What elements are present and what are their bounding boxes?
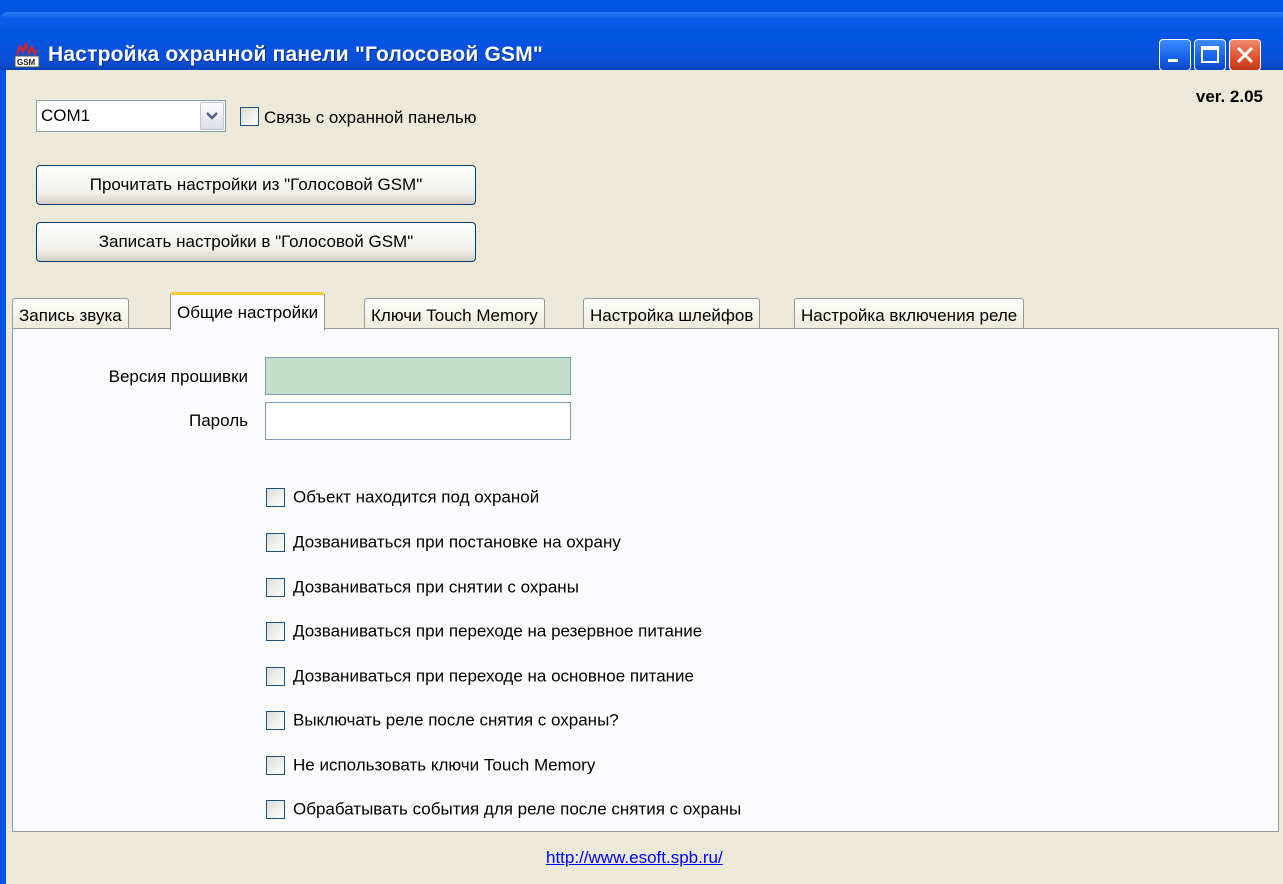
tab-loop-settings[interactable]: Настройка шлейфов: [583, 298, 761, 330]
password-label: Пароль: [189, 411, 248, 430]
option-call-on-backup-power[interactable]: Дозваниваться при переходе на резервное …: [266, 621, 702, 645]
option-label: Дозваниваться при переходе на резервное …: [293, 621, 703, 641]
chevron-down-icon: [206, 112, 218, 120]
option-label: Не использовать ключи Touch Memory: [293, 755, 596, 775]
option-call-on-disarm[interactable]: Дозваниваться при снятии с охраны: [266, 577, 579, 601]
com-port-select[interactable]: COM1: [36, 100, 226, 132]
checkbox[interactable]: [266, 756, 285, 776]
gsm-icon: GSM: [14, 42, 40, 68]
connection-checkbox[interactable]: [240, 107, 259, 126]
minimize-button[interactable]: [1159, 39, 1191, 71]
checkbox[interactable]: [266, 578, 285, 598]
maximize-button[interactable]: [1194, 39, 1226, 71]
option-relay-events-after-disarm[interactable]: Обрабатывать события для реле после снят…: [266, 799, 741, 823]
website-link[interactable]: http://www.esoft.spb.ru/: [546, 848, 723, 868]
checkbox[interactable]: [266, 667, 285, 687]
com-port-value: COM1: [41, 106, 91, 125]
maximize-icon: [1201, 46, 1219, 63]
firmware-version-field: [265, 357, 571, 395]
checkbox[interactable]: [266, 533, 285, 553]
option-label: Дозваниваться при переходе на основное п…: [293, 666, 695, 686]
client-area: ver. 2.05 COM1 Связь с охранной панелью …: [6, 70, 1283, 884]
option-no-touch-memory[interactable]: Не использовать ключи Touch Memory: [266, 755, 595, 779]
general-settings-panel: Версия прошивки Пароль Объект находится …: [12, 328, 1279, 832]
option-label: Обрабатывать события для реле после снят…: [293, 799, 742, 819]
password-input[interactable]: [265, 402, 571, 440]
checkbox[interactable]: [266, 800, 285, 820]
close-icon: [1236, 46, 1254, 64]
title-bar[interactable]: GSM Настройка охранной панели "Голосовой…: [0, 12, 1283, 71]
tab-touch-memory-keys[interactable]: Ключи Touch Memory: [364, 298, 545, 330]
close-button[interactable]: [1229, 39, 1261, 71]
option-call-on-main-power[interactable]: Дозваниваться при переходе на основное п…: [266, 666, 694, 690]
option-label: Дозваниваться при снятии с охраны: [293, 577, 579, 597]
svg-text:GSM: GSM: [17, 58, 36, 67]
window-title: Настройка охранной панели "Голосовой GSM…: [48, 43, 544, 66]
connection-checkbox-label: Связь с охранной панелью: [264, 108, 477, 127]
write-settings-button[interactable]: Записать настройки в "Голосовой GSM": [36, 222, 476, 262]
option-object-armed[interactable]: Объект находится под охраной: [266, 487, 539, 511]
version-label: ver. 2.05: [1195, 87, 1263, 106]
tab-general-settings[interactable]: Общие настройки: [170, 292, 326, 330]
firmware-version-label: Версия прошивки: [108, 367, 248, 386]
option-label: Объект находится под охраной: [293, 487, 540, 507]
option-relay-off-after-disarm[interactable]: Выключать реле после снятия с охраны?: [266, 710, 619, 734]
checkbox[interactable]: [266, 711, 285, 731]
option-label: Дозваниваться при постановке на охрану: [293, 532, 621, 552]
tab-relay-settings[interactable]: Настройка включения реле: [794, 298, 1025, 330]
tab-sound-recording[interactable]: Запись звука: [12, 298, 129, 330]
tab-strip: Запись звука Общие настройки Ключи Touch…: [12, 292, 1112, 330]
combo-dropdown-button[interactable]: [200, 102, 224, 130]
checkbox[interactable]: [266, 622, 285, 642]
app-window: GSM Настройка охранной панели "Голосовой…: [0, 0, 1283, 884]
option-call-on-arm[interactable]: Дозваниваться при постановке на охрану: [266, 532, 621, 556]
option-label: Выключать реле после снятия с охраны?: [293, 710, 619, 730]
checkbox[interactable]: [266, 488, 285, 508]
read-settings-button[interactable]: Прочитать настройки из "Голосовой GSM": [36, 165, 476, 205]
minimize-icon: [1168, 59, 1178, 62]
